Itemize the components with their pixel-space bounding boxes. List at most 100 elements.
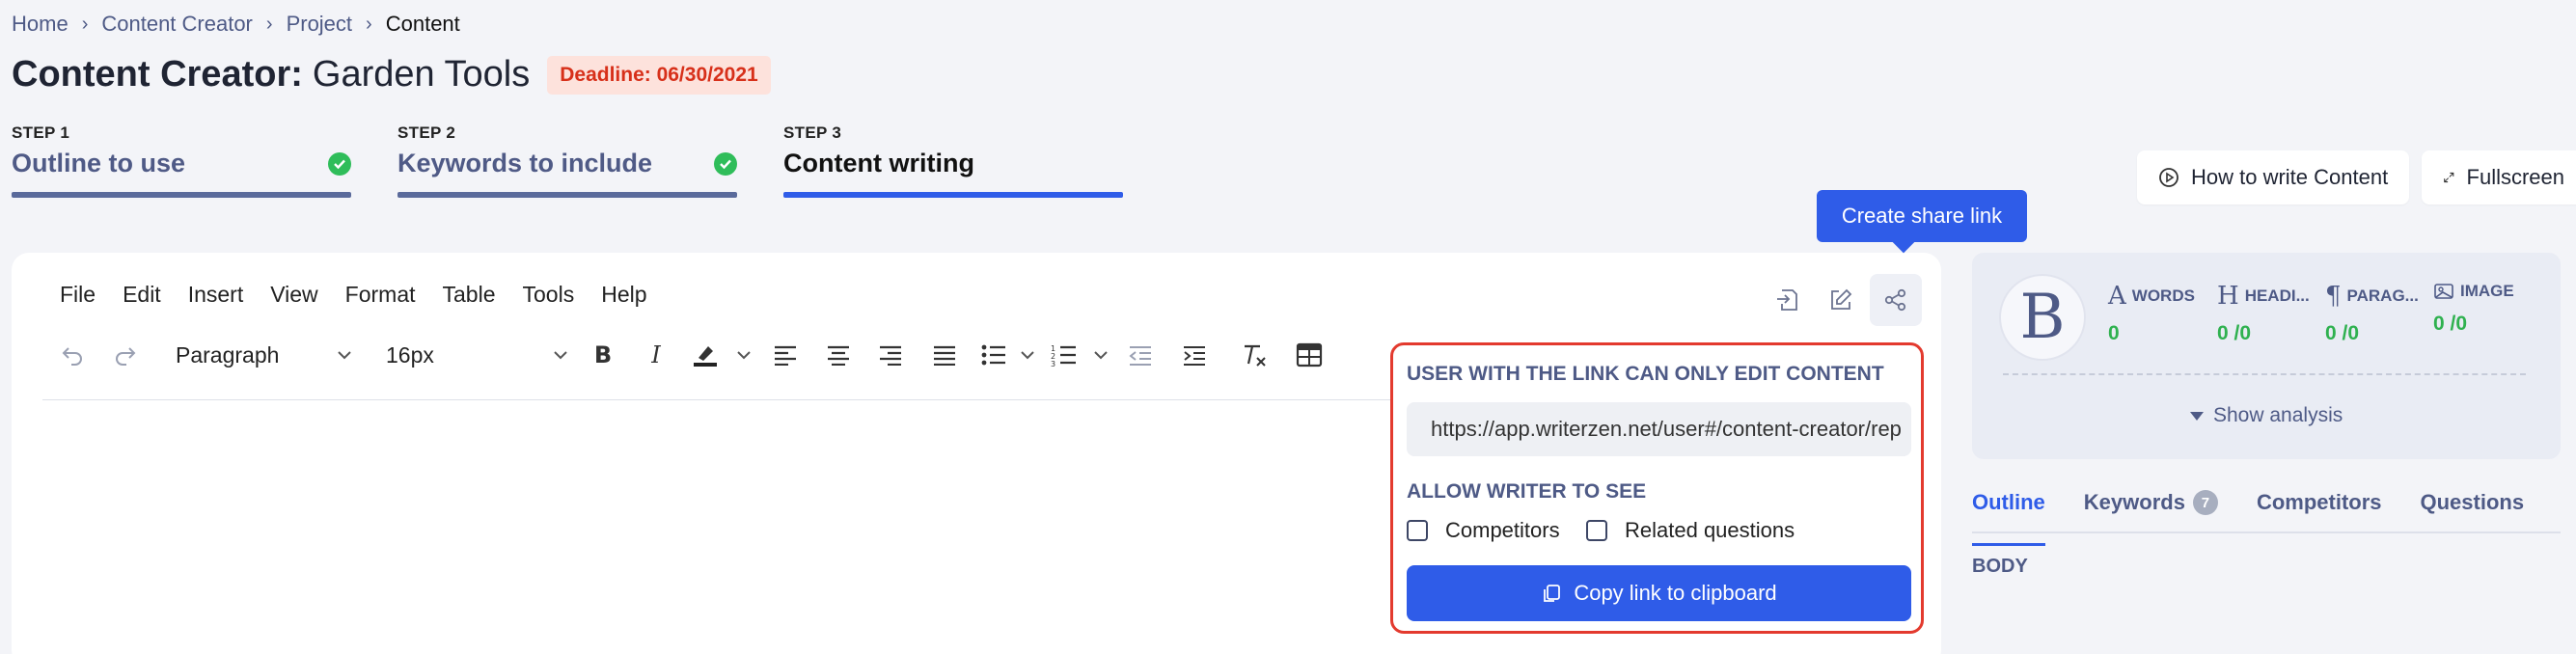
project-name: Garden Tools [312, 54, 531, 95]
breadcrumb-separator: › [81, 13, 89, 35]
competitors-option[interactable]: Competitors [1407, 518, 1560, 543]
menu-insert[interactable]: Insert [188, 282, 244, 308]
breadcrumb-separator: › [366, 13, 372, 35]
block-format-select[interactable]: Paragraph [156, 332, 365, 378]
chevron-down-icon [554, 351, 567, 360]
breadcrumb-current: Content [385, 12, 460, 36]
justify-button[interactable] [917, 332, 973, 378]
redo-button[interactable] [95, 332, 156, 378]
competitors-checkbox[interactable] [1407, 520, 1428, 541]
menu-help[interactable]: Help [601, 282, 646, 308]
images-metric: IMAGE 0 /0 [2433, 282, 2514, 336]
export-button[interactable] [1761, 274, 1813, 326]
step-progress-bar [12, 192, 351, 198]
highlight-dropdown[interactable] [729, 332, 758, 378]
align-left-icon [775, 345, 796, 366]
avatar: B [1999, 274, 2086, 361]
bullet-list-icon [981, 344, 1005, 366]
fullscreen-button[interactable]: Fullscreen [2422, 150, 2576, 204]
step-1-tab[interactable]: STEP 1 Outline to use [12, 123, 351, 198]
menu-file[interactable]: File [60, 282, 96, 308]
related-questions-option[interactable]: Related questions [1586, 518, 1795, 543]
outline-body-label: BODY [1972, 556, 2028, 577]
step-2-tab[interactable]: STEP 2 Keywords to include [397, 123, 737, 198]
tab-questions[interactable]: Questions [2421, 490, 2525, 531]
metric-value: 0 [2108, 322, 2120, 344]
chevron-down-icon [338, 351, 351, 360]
align-center-icon [828, 345, 849, 366]
font-size-select[interactable]: 16px [365, 332, 575, 378]
copy-icon [1544, 585, 1561, 602]
outdent-icon [1129, 346, 1151, 366]
editor-divider [42, 399, 1393, 400]
block-format-value: Paragraph [176, 341, 280, 368]
keywords-count-badge: 7 [2192, 490, 2218, 515]
metric-value: 0 /0 [2433, 313, 2468, 335]
share-button[interactable] [1870, 274, 1922, 326]
related-questions-checkbox[interactable] [1586, 520, 1607, 541]
tab-outline[interactable]: Outline [1972, 490, 2045, 546]
numbered-list-dropdown[interactable] [1088, 332, 1113, 378]
image-icon [2434, 284, 2453, 299]
tab-keywords[interactable]: Keywords 7 [2084, 490, 2218, 531]
menu-tools[interactable]: Tools [523, 282, 575, 308]
sidebar-tabs: Outline Keywords 7 Competitors Questions [1972, 490, 2561, 546]
italic-button[interactable]: I [631, 332, 681, 378]
highlight-button[interactable] [681, 332, 729, 378]
caret-down-icon [2190, 411, 2204, 421]
svg-text:B: B [594, 342, 612, 368]
align-left-button[interactable] [758, 332, 812, 378]
breadcrumb-content-creator[interactable]: Content Creator [101, 12, 253, 37]
menu-edit[interactable]: Edit [123, 282, 161, 308]
heading-icon: H [2217, 282, 2239, 311]
headings-metric: H HEADI... 0 /0 [2217, 282, 2310, 345]
menu-view[interactable]: View [270, 282, 317, 308]
editor-toolbar: Paragraph 16px B I 123 [50, 332, 1331, 378]
words-metric: A WORDS 0 [2108, 282, 2195, 345]
breadcrumb-project[interactable]: Project [287, 12, 352, 37]
clear-formatting-icon [1245, 344, 1266, 367]
svg-text:I: I [650, 342, 661, 368]
check-circle-icon [714, 151, 737, 176]
breadcrumb-home[interactable]: Home [12, 12, 69, 37]
expand-icon [2444, 172, 2454, 183]
bullet-list-button[interactable] [973, 332, 1015, 378]
breadcrumb-separator: › [265, 13, 273, 35]
metric-value: 0 /0 [2325, 322, 2360, 344]
share-permission-heading: USER WITH THE LINK CAN ONLY EDIT CONTENT [1407, 363, 1884, 385]
bold-button[interactable]: B [575, 332, 631, 378]
align-center-button[interactable] [812, 332, 864, 378]
edit-button[interactable] [1815, 274, 1867, 326]
indent-icon [1184, 346, 1205, 366]
clear-formatting-button[interactable] [1221, 332, 1287, 378]
numbered-list-icon: 123 [1051, 344, 1076, 367]
indent-button[interactable] [1167, 332, 1221, 378]
share-tooltip: Create share link [1817, 190, 2027, 242]
step-progress-bar [783, 192, 1123, 198]
bullet-list-dropdown[interactable] [1015, 332, 1040, 378]
table-button[interactable] [1287, 332, 1331, 378]
how-to-write-button[interactable]: How to write Content [2137, 150, 2410, 204]
step-label: Keywords to include [397, 149, 653, 177]
menu-table[interactable]: Table [443, 282, 496, 308]
share-link-popover: USER WITH THE LINK CAN ONLY EDIT CONTENT… [1390, 342, 1924, 634]
step-label: Outline to use [12, 149, 186, 177]
redo-icon [116, 347, 136, 366]
copy-link-button[interactable]: Copy link to clipboard [1407, 565, 1911, 621]
step-3-tab[interactable]: STEP 3 Content writing [783, 123, 1123, 198]
show-analysis-toggle[interactable]: Show analysis [2190, 404, 2343, 427]
outdent-button[interactable] [1113, 332, 1167, 378]
related-questions-option-label: Related questions [1625, 518, 1795, 542]
edit-icon [1831, 288, 1852, 310]
metric-label: IMAGE [2460, 282, 2514, 300]
share-link-field[interactable]: https://app.writerzen.net/user#/content-… [1407, 402, 1911, 456]
tab-competitors[interactable]: Competitors [2257, 490, 2382, 531]
align-right-icon [880, 345, 901, 366]
undo-button[interactable] [50, 332, 95, 378]
page-title: Content Creator: Garden Tools Deadline: … [12, 54, 771, 95]
numbered-list-button[interactable]: 123 [1040, 332, 1088, 378]
play-circle-icon [2159, 168, 2179, 187]
align-right-button[interactable] [864, 332, 917, 378]
chevron-down-icon [1021, 351, 1034, 360]
menu-format[interactable]: Format [345, 282, 416, 308]
